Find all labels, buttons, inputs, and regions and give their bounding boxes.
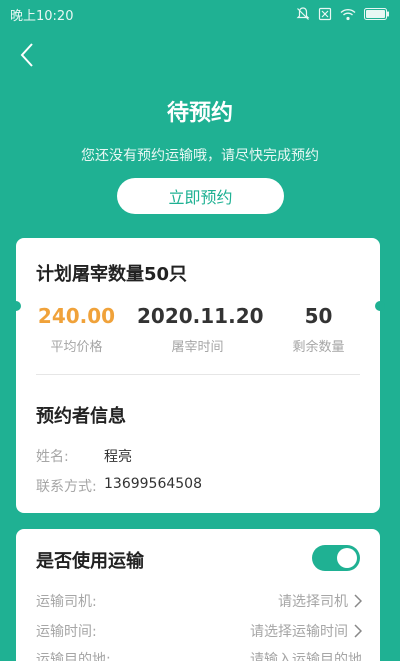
plan-card: 计划屠宰数量50只 240.00 平均价格 2020.11.20 屠宰时间 50… (16, 238, 380, 513)
stats-row: 240.00 平均价格 2020.11.20 屠宰时间 50 剩余数量 (16, 304, 380, 355)
ticket-notch-right (375, 301, 385, 311)
destination-row[interactable]: 运输目的地: 请输入运输目的地 (36, 649, 362, 661)
booker-name-row: 姓名: 程亮 (36, 446, 132, 466)
remaining-quantity-label: 剩余数量 (292, 340, 345, 355)
driver-placeholder: 请选择司机 (278, 594, 348, 610)
remaining-quantity-value: 50 (304, 304, 333, 328)
mute-icon (296, 7, 310, 20)
driver-row[interactable]: 运输司机: 请选择司机 (36, 591, 362, 611)
driver-picker[interactable]: 请选择司机 (278, 591, 362, 611)
slaughter-date-value: 2020.11.20 (137, 304, 264, 328)
plan-title: 计划屠宰数量50只 (36, 264, 188, 285)
status-bar: 晚上10:20 (0, 0, 400, 28)
transport-time-label: 运输时间: (36, 624, 97, 640)
stat-average-price: 240.00 平均价格 (16, 304, 137, 355)
wifi-icon (340, 8, 356, 20)
ticket-notch-left (11, 301, 21, 311)
average-price-label: 平均价格 (50, 340, 103, 355)
transport-time-picker[interactable]: 请选择运输时间 (250, 621, 362, 641)
destination-label: 运输目的地: (36, 652, 111, 661)
use-transport-toggle[interactable] (312, 545, 360, 571)
name-label: 姓名: (36, 449, 69, 465)
transport-time-row[interactable]: 运输时间: 请选择运输时间 (36, 621, 362, 641)
status-icons (296, 7, 390, 21)
stat-remaining-quantity: 50 剩余数量 (258, 304, 379, 355)
transport-title: 是否使用运输 (36, 551, 144, 572)
driver-label: 运输司机: (36, 594, 97, 610)
divider (36, 374, 360, 375)
transport-time-placeholder: 请选择运输时间 (250, 624, 348, 640)
contact-value: 13699564508 (104, 476, 202, 492)
toggle-knob (337, 548, 357, 568)
page-subtitle: 您还没有预约运输哦，请尽快完成预约 (81, 148, 319, 164)
status-time: 晚上10:20 (10, 8, 74, 24)
battery-icon (364, 8, 389, 20)
booker-contact-row: 联系方式: 13699564508 (36, 476, 202, 496)
back-button[interactable] (12, 40, 42, 70)
slaughter-date-label: 屠宰时间 (171, 340, 224, 355)
transport-card: 是否使用运输 运输司机: 请选择司机 运输时间: 请选择运输时间 运输目的地: … (16, 529, 380, 661)
destination-placeholder: 请输入运输目的地 (250, 652, 362, 661)
reserve-now-button[interactable]: 立即预约 (117, 178, 284, 214)
average-price-value: 240.00 (37, 304, 116, 328)
chevron-left-icon (20, 43, 33, 67)
sim-off-icon (318, 7, 332, 21)
chevron-right-icon (354, 594, 362, 608)
name-value: 程亮 (104, 449, 132, 465)
page-title: 待预约 (166, 101, 233, 126)
contact-label: 联系方式: (36, 479, 97, 495)
stat-slaughter-date: 2020.11.20 屠宰时间 (137, 304, 264, 355)
chevron-right-icon (354, 624, 362, 638)
booker-info-title: 预约者信息 (36, 406, 126, 427)
destination-input[interactable]: 请输入运输目的地 (250, 649, 362, 661)
